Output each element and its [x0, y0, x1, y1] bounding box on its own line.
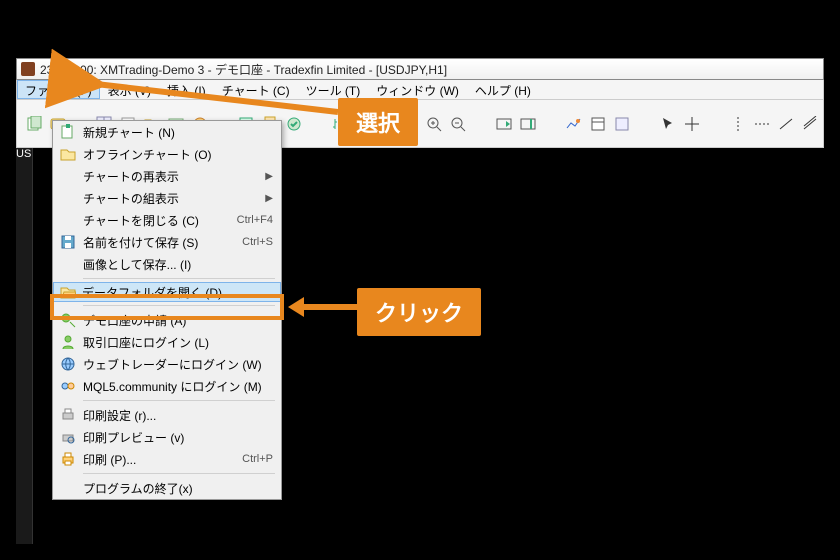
menu-item-offline-chart[interactable]: オフラインチャート (O): [53, 143, 281, 165]
callout-click: クリック: [357, 288, 481, 336]
callout-select: 選択: [338, 98, 418, 146]
highlight-box-open-folder: [50, 294, 284, 320]
title-bar: 23672900: XMTrading-Demo 3 - デモ口座 - Trad…: [16, 58, 824, 80]
submenu-arrow-icon: ▶: [259, 171, 273, 182]
side-tab-label: US: [16, 148, 31, 160]
app-icon: [21, 62, 35, 76]
menu-item-exit[interactable]: プログラムの終了(x): [53, 477, 281, 499]
label: チャートの再表示: [83, 168, 259, 185]
new-chart-icon: [53, 124, 83, 140]
tb-hline[interactable]: [751, 113, 773, 135]
tb-zoom-in[interactable]: [423, 113, 445, 135]
menu-item-login-trading[interactable]: 取引口座にログイン (L): [53, 331, 281, 353]
side-tab[interactable]: US: [16, 148, 33, 544]
tb-crosshair[interactable]: [681, 113, 703, 135]
menu-item-print-setup[interactable]: 印刷設定 (r)...: [53, 404, 281, 426]
label: 印刷設定 (r)...: [83, 407, 273, 424]
tb-cursor[interactable]: [657, 113, 679, 135]
print-setup-icon: [53, 407, 83, 423]
print-preview-icon: [53, 429, 83, 445]
label: 印刷 (P)...: [83, 451, 223, 468]
label: プログラムの終了(x): [83, 480, 273, 497]
label: 取引口座にログイン (L): [83, 334, 273, 351]
globe-icon: [53, 356, 83, 372]
label: オフラインチャート (O): [83, 146, 273, 163]
tb-indicators[interactable]: [563, 113, 585, 135]
tb-equidistant[interactable]: [799, 113, 821, 135]
menu-item-save-as[interactable]: 名前を付けて保存 (S) Ctrl+S: [53, 231, 281, 253]
print-icon: [53, 451, 83, 467]
menu-item-chart-group[interactable]: チャートの組表示 ▶: [53, 187, 281, 209]
menu-item-login-web[interactable]: ウェブトレーダーにログイン (W): [53, 353, 281, 375]
submenu-arrow-icon: ▶: [259, 193, 273, 204]
menu-help[interactable]: ヘルプ (H): [467, 80, 539, 99]
shortcut: Ctrl+P: [223, 453, 273, 465]
save-icon: [53, 234, 83, 250]
tb-trendline[interactable]: [775, 113, 797, 135]
label: チャートを閉じる (C): [83, 212, 223, 229]
callout-click-label: クリック: [375, 301, 463, 326]
tb-periods[interactable]: [587, 113, 609, 135]
menu-file[interactable]: ファイル (F): [17, 80, 100, 99]
menu-window[interactable]: ウィンドウ (W): [368, 80, 467, 99]
label: MQL5.community にログイン (M): [83, 378, 273, 395]
callout-select-label: 選択: [356, 111, 400, 136]
shortcut: Ctrl+F4: [223, 214, 273, 226]
tb-chart-shift[interactable]: [517, 113, 539, 135]
label: 名前を付けて保存 (S): [83, 234, 223, 251]
label: 印刷プレビュー (v): [83, 429, 273, 446]
label: 画像として保存... (I): [83, 256, 273, 273]
tb-new-chart[interactable]: [23, 113, 45, 135]
menu-item-login-mql5[interactable]: MQL5.community にログイン (M): [53, 375, 281, 397]
label: チャートの組表示: [83, 190, 259, 207]
label: ウェブトレーダーにログイン (W): [83, 356, 273, 373]
tb-vline[interactable]: [727, 113, 749, 135]
window-title: 23672900: XMTrading-Demo 3 - デモ口座 - Trad…: [40, 61, 447, 78]
label: 新規チャート (N): [83, 124, 273, 141]
menu-item-close-chart[interactable]: チャートを閉じる (C) Ctrl+F4: [53, 209, 281, 231]
tb-templates[interactable]: [611, 113, 633, 135]
login-icon: [53, 334, 83, 350]
community-icon: [53, 378, 83, 394]
menu-item-new-chart[interactable]: 新規チャート (N): [53, 121, 281, 143]
menu-item-chart-redisplay[interactable]: チャートの再表示 ▶: [53, 165, 281, 187]
shortcut: Ctrl+S: [223, 236, 273, 248]
menu-item-print-preview[interactable]: 印刷プレビュー (v): [53, 426, 281, 448]
tb-zoom-out[interactable]: [447, 113, 469, 135]
menu-item-save-image[interactable]: 画像として保存... (I): [53, 253, 281, 275]
arrow-to-file-menu: [90, 80, 340, 120]
menu-item-print[interactable]: 印刷 (P)... Ctrl+P: [53, 448, 281, 470]
tb-autoscroll[interactable]: [493, 113, 515, 135]
folder-icon: [53, 146, 83, 162]
